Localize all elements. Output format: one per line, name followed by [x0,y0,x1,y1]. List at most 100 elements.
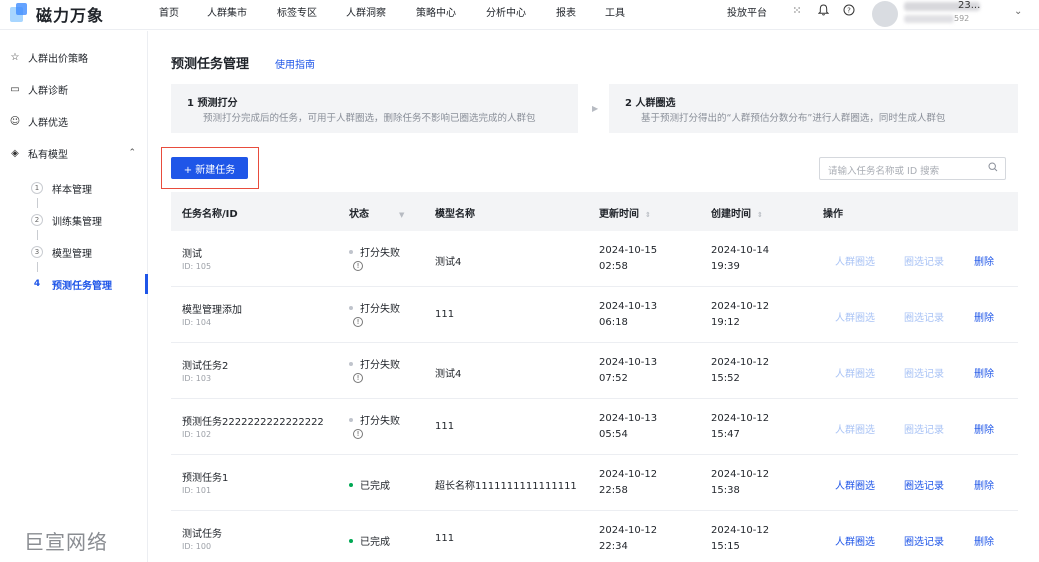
platform-link[interactable]: 投放平台 [727,4,767,19]
nav-audience-market[interactable]: 人群集市 [207,4,247,19]
delete-action[interactable]: 删除 [974,421,994,436]
sidebar-sub-training[interactable]: 2 训练集管理 [0,210,148,230]
search-input[interactable]: 请输入任务名称或 ID 搜索 [819,157,1006,180]
sidebar: ☆ 人群出价策略 ▭ 人群诊断 ☺ 人群优选 ◈ 私有模型 ⌃ 1 样本管理 2… [0,31,148,562]
info-icon[interactable]: ! [353,373,363,383]
select-audience-action[interactable]: 人群圈选 [835,533,875,548]
select-audience-action[interactable]: 人群圈选 [835,253,875,268]
step-card-2: 2 人群圈选 基于预测打分得出的“人群预估分数分布”进行人群圈选，同时生成人群包 [609,84,1018,133]
step-title: 2 人群圈选 [625,98,676,109]
selection-record-action[interactable]: 圈选记录 [904,533,944,548]
bell-icon[interactable] [816,3,830,17]
info-icon[interactable]: ! [353,429,363,439]
created-date: 2024-10-12 [711,357,770,368]
status-dot [349,361,353,366]
created-date: 2024-10-12 [711,301,770,312]
help-icon[interactable]: ? [842,3,856,17]
selection-record-action[interactable]: 圈选记录 [904,421,944,436]
selection-record-action[interactable]: 圈选记录 [904,365,944,380]
sidebar-sub-model[interactable]: 3 模型管理 [0,242,148,262]
delete-action[interactable]: 删除 [974,533,994,548]
delete-action[interactable]: 删除 [974,365,994,380]
header-status: 状态 ▼ [349,209,405,220]
selection-record-action[interactable]: 圈选记录 [904,477,944,492]
updated-time: 06:18 [599,317,628,328]
top-bar: 磁力万象 首页 人群集市 标签专区 人群洞察 策略中心 分析中心 报表 工具 投… [0,0,1039,30]
updated-date: 2024-10-13 [599,301,658,312]
status-dot [349,538,353,543]
delete-action[interactable]: 删除 [974,253,994,268]
updated-date: 2024-10-15 [599,245,658,256]
user-id-redacted [904,15,954,23]
created-date: 2024-10-12 [711,469,770,480]
nav-strategy-center[interactable]: 策略中心 [416,4,456,19]
info-icon[interactable]: ! [353,261,363,271]
status-dot [349,249,353,254]
select-audience-action[interactable]: 人群圈选 [835,365,875,380]
nav-analysis-center[interactable]: 分析中心 [486,4,526,19]
page-title: 预测任务管理 [171,57,250,72]
sidebar-item-label: 私有模型 [28,149,68,161]
step-desc: 预测打分完成后的任务，可用于人群圈选，删除任务不影响已圈选完成的人群包 [203,113,536,124]
created-time: 19:12 [711,317,740,328]
layers-icon: ◈ [11,147,19,159]
nav-tools[interactable]: 工具 [605,4,625,19]
step-desc: 基于预测打分得出的“人群预估分数分布”进行人群圈选，同时生成人群包 [641,113,946,124]
sidebar-item-audience-select[interactable]: ☺ 人群优选 [0,109,148,133]
select-audience-action[interactable]: 人群圈选 [835,309,875,324]
chevron-down-icon[interactable]: ⌄ [1014,6,1022,17]
model-name: 111 [435,309,455,320]
header-created: 创建时间 ⇕ [711,209,763,220]
status-badge: 已完成 [349,477,390,492]
table-row: 测试任务 ID: 100 已完成 111 2024-10-12 22:34 2024-10-… [171,511,1018,562]
sidebar-item-diagnosis[interactable]: ▭ 人群诊断 [0,77,148,101]
selection-record-action[interactable]: 圈选记录 [904,309,944,324]
sidebar-item-bid-strategy[interactable]: ☆ 人群出价策略 [0,45,148,69]
search-placeholder: 请输入任务名称或 ID 搜索 [828,166,940,177]
delete-action[interactable]: 删除 [974,309,994,324]
table-row: 测试任务2 ID: 103 打分失败! 测试4 2024-10-13 07:52 2024-… [171,343,1018,399]
status-badge: 已完成 [349,533,390,548]
created-date: 2024-10-14 [711,245,770,256]
task-name: 测试任务 [182,529,222,540]
created-date: 2024-10-12 [711,413,770,424]
task-name: 预测任务2222222222222222 [182,417,324,428]
step-number: 1 [31,182,43,194]
guide-link[interactable]: 使用指南 [275,56,315,71]
sidebar-sub-label: 模型管理 [52,248,92,260]
logo[interactable]: 磁力万象 [10,2,104,26]
sidebar-sub-sample[interactable]: 1 样本管理 [0,178,148,198]
task-id: ID: 103 [182,374,212,383]
new-task-button[interactable]: + 新建任务 [171,157,248,179]
select-audience-action[interactable]: 人群圈选 [835,421,875,436]
logo-text: 磁力万象 [36,6,105,25]
diagnosis-icon: ▭ [10,83,20,95]
select-audience-action[interactable]: 人群圈选 [835,477,875,492]
chevron-up-icon: ⌃ [128,148,136,158]
created-time: 15:52 [711,373,740,384]
sidebar-item-private-model[interactable]: ◈ 私有模型 ⌃ [0,141,148,165]
step-connector [37,262,38,272]
delete-action[interactable]: 删除 [974,477,994,492]
nav-tag-zone[interactable]: 标签专区 [277,4,317,19]
sort-icon[interactable]: ⇕ [757,211,763,219]
status-dot [349,305,353,310]
nav-home[interactable]: 首页 [159,4,179,19]
filter-icon[interactable]: ▼ [399,211,404,219]
nav-reports[interactable]: 报表 [556,4,576,19]
sort-icon[interactable]: ⇕ [645,211,651,219]
people-icon: ☺ [9,115,21,127]
search-icon[interactable] [988,162,998,175]
info-icon[interactable]: ! [353,317,363,327]
nav-audience-insight[interactable]: 人群洞察 [346,4,386,19]
avatar[interactable] [872,1,898,27]
grid-icon[interactable]: ⁙ [790,3,804,17]
created-time: 15:47 [711,429,740,440]
selection-record-action[interactable]: 圈选记录 [904,253,944,268]
user-name[interactable]: 23... [958,0,980,11]
step-connector [37,230,38,240]
model-name: 111 [435,533,455,544]
sidebar-sub-prediction-task[interactable]: 4 预测任务管理 [0,274,148,294]
task-id: ID: 104 [182,318,212,327]
step-connector [37,198,38,208]
